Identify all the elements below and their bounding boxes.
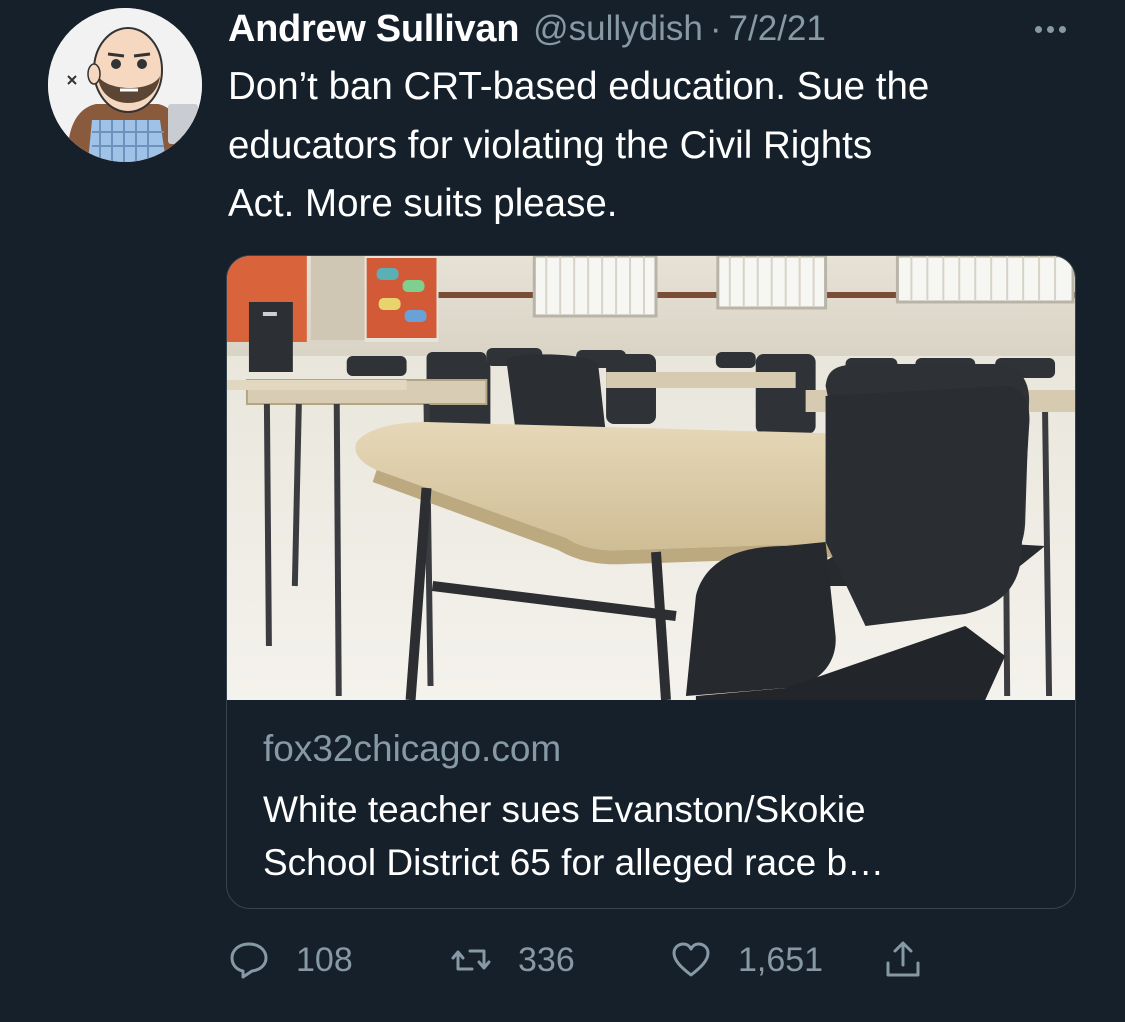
avatar-illustration (48, 8, 202, 162)
reply-icon (228, 939, 270, 981)
like-count: 1,651 (738, 940, 824, 979)
tweet-actions: 108 336 1,651 (228, 930, 988, 990)
heart-icon (670, 939, 712, 981)
reply-button[interactable]: 108 (228, 930, 353, 990)
more-dot (1058, 25, 1066, 33)
retweet-button[interactable]: 336 (450, 930, 575, 990)
tweet-text: Don’t ban CRT-based education. Sue the e… (228, 65, 930, 225)
card-domain: fox32chicago.com (263, 728, 562, 769)
more-horizontal-icon[interactable] (1027, 4, 1073, 54)
reply-count: 108 (296, 940, 353, 979)
tweet-header: Andrew Sullivan @sullydish · 7/2/21 (228, 4, 1077, 54)
header-separator: · (709, 9, 722, 48)
link-card[interactable]: fox32chicago.com White teacher sues Evan… (226, 255, 1076, 909)
share-icon (882, 939, 924, 981)
author-name[interactable]: Andrew Sullivan (228, 8, 519, 51)
retweet-icon (450, 939, 492, 981)
like-button[interactable]: 1,651 (670, 930, 823, 990)
more-dot (1046, 25, 1054, 33)
author-handle[interactable]: @sullydish (533, 9, 703, 49)
tweet-date[interactable]: 7/2/21 (729, 9, 826, 49)
more-dot (1034, 25, 1042, 33)
classroom-photo (227, 256, 1075, 700)
retweet-count: 336 (518, 940, 575, 979)
author-avatar[interactable] (48, 8, 202, 162)
share-button[interactable] (882, 930, 924, 990)
card-title: White teacher sues Evanston/Skokie Schoo… (263, 789, 885, 883)
